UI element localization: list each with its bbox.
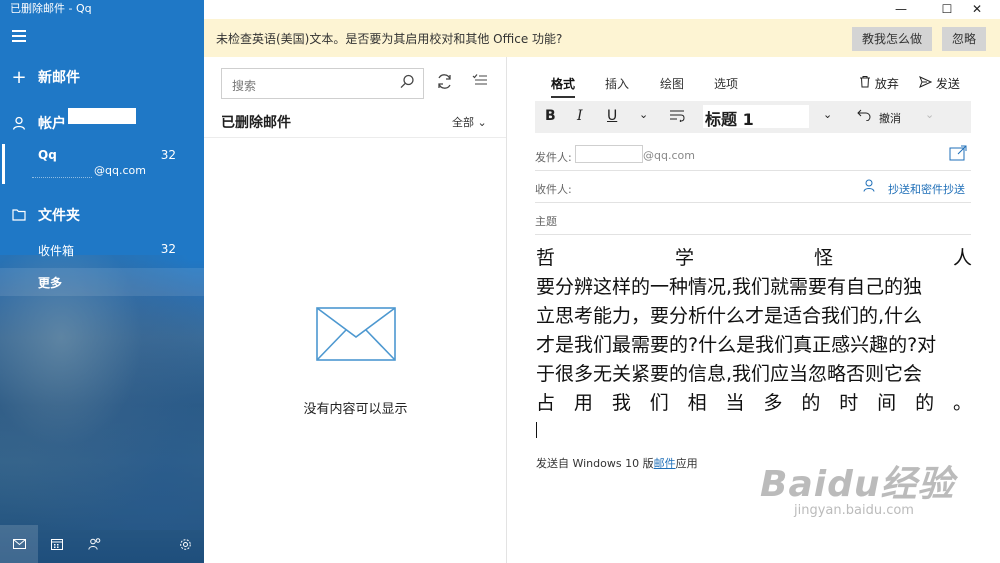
from-label: 发件人: [535,151,572,164]
send-button[interactable]: 发送 [919,75,960,92]
filter-label: 全部 [452,116,474,129]
style-value: 标题 1 [705,110,754,129]
proofing-banner: 未检查英语(美国)文本。是否要为其启用校对和其他 Office 功能? 教我怎么… [204,19,1000,57]
bottom-nav [0,525,204,563]
text-caret [536,422,537,438]
empty-state-text: 没有内容可以显示 [303,402,408,417]
folders-button[interactable]: 文件夹 [0,202,204,228]
account-item-qq[interactable]: Qq 32 @qq.com [0,142,204,184]
subject-input[interactable]: 主题 [535,205,971,235]
account-unread-count: 32 [160,148,176,162]
ignore-button[interactable]: 忽略 [942,27,987,51]
background-image [0,255,204,530]
ribbon-tabs: 格式 插入 绘图 选项 放弃 发送 [507,57,1000,99]
to-field[interactable]: 收件人: 抄送和密件抄送 [535,173,971,203]
subject-placeholder: 主题 [535,215,557,228]
search-input[interactable]: 搜索 [221,68,424,99]
undo-label: 撤消 [879,112,901,125]
account-redaction [68,108,136,124]
new-mail-label: 新邮件 [38,70,80,86]
sidebar: 已删除邮件 - Qq + 新邮件 帐户 Qq 32 @qq.com 文件夹 收件… [0,0,204,563]
person-icon [863,179,875,195]
underline-button[interactable]: U [607,108,617,124]
people-icon[interactable] [76,525,114,563]
to-label: 收件人: [535,183,572,196]
discard-label: 放弃 [874,77,899,91]
signature: 发送自 Windows 10 版邮件应用 [536,457,698,470]
teach-me-button[interactable]: 教我怎么做 [852,27,933,51]
mail-icon[interactable] [0,525,38,563]
format-toolbar: B I U ⌄ 标题 1 ⌄ 撤消 ⌄ [535,101,971,133]
more-label: 更多 [38,276,63,290]
settings-gear-icon[interactable] [166,525,204,563]
divider [204,137,506,138]
chevron-down-icon[interactable]: ⌄ [639,108,648,121]
inbox-label: 收件箱 [38,244,75,258]
hamburger-menu-icon[interactable] [12,30,26,44]
from-field[interactable]: 发件人: @qq.com [535,141,971,171]
account-email: @qq.com [94,164,146,177]
paragraph-format-icon[interactable] [669,110,685,126]
folder-title: 已删除邮件 [221,115,291,131]
message-list-pane: 搜索 已删除邮件 全部 ⌄ 没有内容可以显示 [204,57,507,563]
banner-text: 未检查英语(美国)文本。是否要为其启用校对和其他 Office 功能? [216,31,563,46]
tab-insert[interactable]: 插入 [605,75,629,92]
body-line: 立思考能力，要分析什么才是适合我们的,什么 [536,305,923,327]
message-body[interactable]: 哲 学 怪 人 要分辨这样的一种情况,我们就需要有自己的独 立思考能力，要分析什… [536,244,972,418]
popout-icon[interactable] [949,145,967,165]
calendar-icon[interactable] [38,525,76,563]
chevron-down-icon: ⌄ [477,116,487,129]
trash-icon [859,76,875,91]
style-selector[interactable]: 标题 1 [703,105,809,129]
folder-icon [0,209,38,221]
body-title-line: 哲 学 怪 人 [536,247,972,269]
inbox-count: 32 [160,242,176,256]
from-domain: @qq.com [643,149,695,162]
style-dropdown-chevron-icon[interactable]: ⌄ [823,108,832,121]
new-mail-button[interactable]: + 新邮件 [0,64,204,90]
mail-app-link[interactable]: 邮件 [654,457,676,470]
accounts-label: 帐户 [38,116,66,132]
undo-dropdown-chevron-icon: ⌄ [925,108,935,121]
discard-button[interactable]: 放弃 [859,75,899,92]
search-placeholder: 搜索 [232,79,257,93]
envelope-icon [316,307,396,364]
folder-item-more[interactable]: 更多 [0,268,204,296]
body-last-line: 占用我们相当多的时间的。 [536,392,972,414]
bold-button[interactable]: B [545,108,556,124]
body-line: 才是我们最需要的?什么是我们真正感兴趣的?对 [536,334,937,356]
selection-mode-icon[interactable] [472,73,488,91]
tab-format[interactable]: 格式 [551,75,576,98]
close-button[interactable]: ✕ [954,0,1000,18]
search-icon[interactable] [400,74,415,93]
account-name: Qq [38,148,57,162]
email-redaction [32,164,92,178]
person-icon [0,116,38,130]
italic-button[interactable]: I [577,108,583,124]
tab-options[interactable]: 选项 [714,75,738,92]
tab-draw[interactable]: 绘图 [660,75,684,92]
cc-bcc-link[interactable]: 抄送和密件抄送 [888,181,965,197]
plus-icon: + [11,66,27,88]
send-icon [919,76,936,91]
body-line: 于很多无关紧要的信息,我们应当忽略否则它会 [536,363,923,385]
body-line: 要分辨这样的一种情况,我们就需要有自己的独 [536,276,923,298]
undo-icon[interactable] [857,109,871,125]
folders-label: 文件夹 [38,208,80,224]
watermark-logo: Baidu经验 jingyan.baidu.com [760,464,955,518]
sync-icon[interactable] [436,73,453,94]
minimize-button[interactable]: — [878,0,924,18]
filter-dropdown[interactable]: 全部 ⌄ [452,114,487,130]
window-title: 已删除邮件 - Qq [10,2,92,15]
send-label: 发送 [935,77,960,91]
folder-item-inbox[interactable]: 收件箱 32 [0,238,204,262]
selection-indicator [2,144,5,184]
from-account-redaction [575,145,643,163]
